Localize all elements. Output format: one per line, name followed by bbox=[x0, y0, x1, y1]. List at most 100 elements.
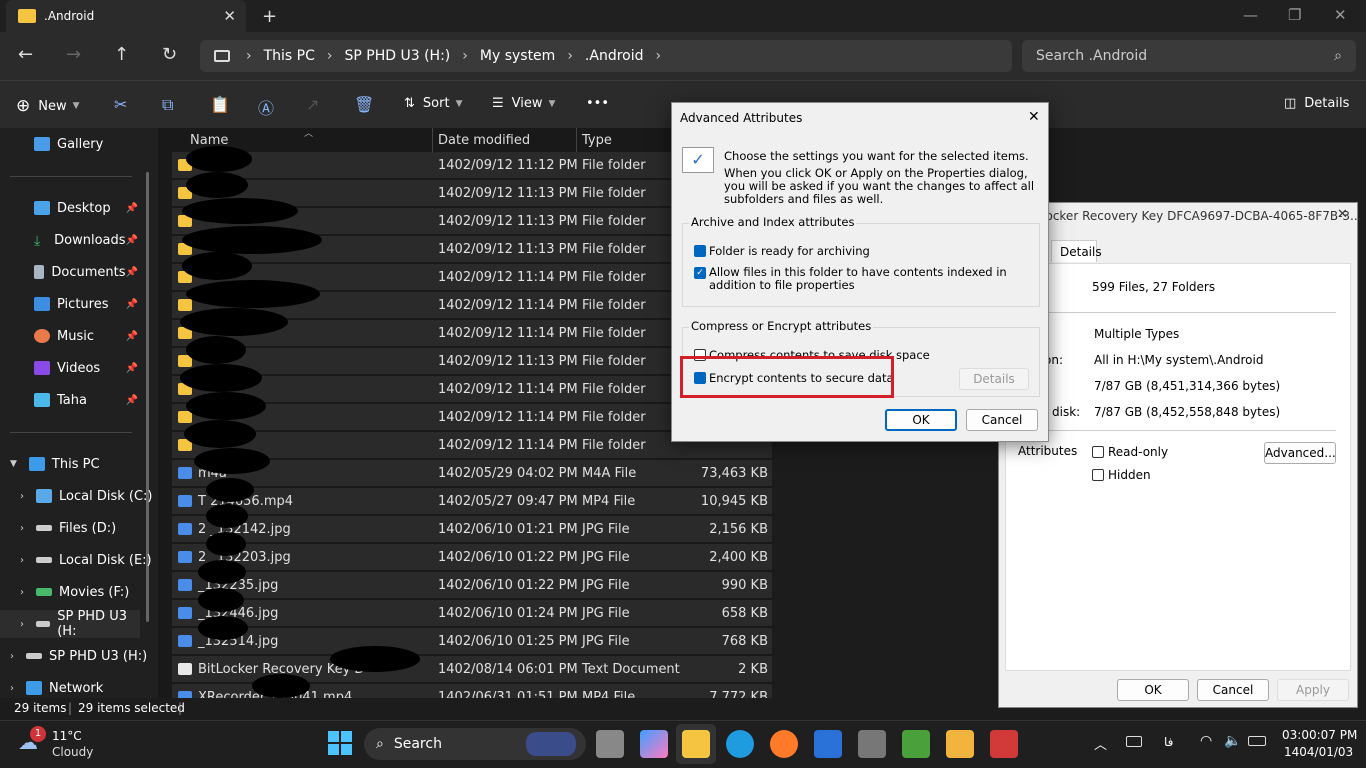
share-icon[interactable]: ↗ bbox=[306, 95, 319, 114]
cancel-button[interactable]: Cancel bbox=[966, 409, 1038, 431]
readonly-checkbox[interactable] bbox=[1092, 446, 1104, 458]
clock-date[interactable]: 1404/01/03 bbox=[1284, 745, 1353, 759]
pin-icon: 📌 bbox=[125, 298, 138, 310]
sidebar-item-drive-c[interactable]: › Local Disk (C:) bbox=[20, 482, 170, 510]
battery-icon[interactable] bbox=[1248, 736, 1266, 746]
copilot-icon[interactable] bbox=[640, 730, 668, 758]
forward-icon[interactable]: → bbox=[66, 44, 81, 65]
delete-icon[interactable]: 🗑 bbox=[354, 95, 374, 114]
file-date: 1402/06/10 01:24 PM bbox=[438, 606, 578, 621]
table-row[interactable]: 2 _132203.jpg 1402/06/10 01:22 PM JPG File… bbox=[172, 544, 772, 572]
clock-time[interactable]: 03:00:07 PM bbox=[1282, 728, 1357, 742]
sidebar-item-downloads[interactable]: ⤓ Downloads 📌 bbox=[34, 226, 138, 254]
pin-icon: 📌 bbox=[125, 330, 138, 342]
close-icon[interactable]: ✕ bbox=[1337, 207, 1348, 222]
redaction bbox=[206, 504, 248, 528]
tab-details[interactable]: Details bbox=[1051, 240, 1102, 262]
table-row[interactable]: _132446.jpg 1402/06/10 01:24 PM JPG File 65… bbox=[172, 600, 772, 628]
sidebar-item-drive-e[interactable]: › Local Disk (E:) bbox=[20, 546, 170, 574]
app-icon[interactable] bbox=[902, 730, 930, 758]
edge-icon[interactable] bbox=[726, 730, 754, 758]
security-icon[interactable] bbox=[814, 730, 842, 758]
column-date[interactable]: Date modified bbox=[438, 133, 530, 148]
sidebar-item-drive-d[interactable]: › Files (D:) bbox=[20, 514, 170, 542]
column-type[interactable]: Type bbox=[582, 133, 612, 148]
sidebar-label: SP PHD U3 (H: bbox=[57, 609, 127, 639]
address-bar[interactable]: › This PC › SP PHD U3 (H:) › My system › .A… bbox=[200, 40, 1012, 72]
back-icon[interactable]: ← bbox=[18, 44, 33, 65]
cancel-button[interactable]: Cancel bbox=[1197, 679, 1269, 701]
sidebar-label: Local Disk (E:) bbox=[59, 552, 152, 568]
table-row[interactable]: T 214656.mp4 1402/05/27 09:47 PM MP4 File 1… bbox=[172, 488, 772, 516]
sidebar-item-drive-f[interactable]: › Movies (F:) bbox=[20, 578, 170, 606]
close-icon[interactable]: ✕ bbox=[1028, 109, 1040, 125]
sidebar-item-drive-h[interactable]: › SP PHD U3 (H:) bbox=[10, 642, 160, 670]
more-button[interactable]: ••• bbox=[586, 96, 609, 111]
breadcrumb-this-pc[interactable]: This PC bbox=[264, 48, 315, 64]
file-date: 1402/09/12 11:13 PM bbox=[438, 354, 578, 369]
sidebar-item-drive-h-selected[interactable]: › SP PHD U3 (H: bbox=[0, 609, 140, 639]
chevron-right-icon: › bbox=[20, 554, 24, 566]
task-view-icon[interactable] bbox=[596, 730, 624, 758]
item-count: 29 items bbox=[14, 701, 67, 715]
sidebar-item-documents[interactable]: Documents 📌 bbox=[34, 258, 138, 286]
sidebar-item-videos[interactable]: Videos 📌 bbox=[34, 354, 138, 382]
wifi-icon[interactable]: ◠ bbox=[1200, 733, 1212, 749]
copy-icon[interactable]: ⧉ bbox=[162, 95, 173, 115]
close-tab-icon[interactable]: ✕ bbox=[223, 7, 236, 25]
up-icon[interactable]: ↑ bbox=[114, 44, 129, 65]
language-indicator[interactable]: ﻓﺎ bbox=[1164, 735, 1173, 749]
table-row[interactable]: 2 _132142.jpg 1402/06/10 01:21 PM JPG File… bbox=[172, 516, 772, 544]
tab-android[interactable]: .Android ✕ bbox=[6, 0, 246, 32]
table-row[interactable]: _132235.jpg 1402/06/10 01:22 PM JPG File 99… bbox=[172, 572, 772, 600]
search-box[interactable]: Search .Android ⌕ bbox=[1022, 40, 1356, 72]
close-window-icon[interactable]: ✕ bbox=[1334, 6, 1347, 24]
volume-icon[interactable]: 🔈 bbox=[1224, 733, 1241, 749]
sidebar-item-taha[interactable]: Taha 📌 bbox=[34, 386, 138, 414]
file-size: 2 KB bbox=[738, 662, 768, 677]
file-date: 1402/09/12 11:13 PM bbox=[438, 214, 578, 229]
keyboard-icon[interactable] bbox=[1126, 736, 1142, 747]
file-icon bbox=[178, 579, 192, 591]
new-tab-icon[interactable]: + bbox=[262, 6, 277, 27]
paste-icon[interactable]: 📋 bbox=[210, 95, 230, 114]
archive-checkbox[interactable] bbox=[694, 245, 706, 257]
breadcrumb-drive[interactable]: SP PHD U3 (H:) bbox=[345, 48, 451, 64]
firefox-icon[interactable] bbox=[770, 730, 798, 758]
chevron-up-icon[interactable]: ︿ bbox=[1094, 734, 1107, 753]
sidebar-item-this-pc[interactable]: ▼ This PC bbox=[10, 450, 160, 478]
details-button[interactable]: Details bbox=[959, 368, 1029, 390]
breadcrumb-my-system[interactable]: My system bbox=[480, 48, 555, 64]
app-icon[interactable] bbox=[946, 730, 974, 758]
index-checkbox[interactable]: ✓ bbox=[694, 267, 706, 279]
sidebar-item-music[interactable]: Music 📌 bbox=[34, 322, 138, 350]
details-button[interactable]: ◫ Details bbox=[1284, 96, 1349, 111]
view-button[interactable]: ☰ View ▼ bbox=[492, 96, 555, 111]
advanced-button[interactable]: Advanced... bbox=[1264, 442, 1336, 464]
hidden-checkbox[interactable] bbox=[1092, 469, 1104, 481]
start-icon[interactable] bbox=[328, 731, 352, 755]
ok-button[interactable]: OK bbox=[1117, 679, 1189, 701]
minimize-icon[interactable]: — bbox=[1243, 6, 1258, 24]
taskbar-search[interactable]: ⌕ Search bbox=[364, 728, 586, 760]
maximize-icon[interactable]: ❐ bbox=[1288, 6, 1301, 24]
sidebar-item-pictures[interactable]: Pictures 📌 bbox=[34, 290, 138, 318]
rename-icon[interactable]: Ⓐ bbox=[258, 95, 274, 119]
new-button[interactable]: ⊕ New ▼ bbox=[16, 96, 80, 116]
redaction bbox=[186, 172, 248, 198]
file-date: 1402/09/12 11:13 PM bbox=[438, 186, 578, 201]
file-type: M4A File bbox=[582, 466, 637, 481]
table-row[interactable]: _132514.jpg 1402/06/10 01:25 PM JPG File 76… bbox=[172, 628, 772, 656]
app-icon[interactable] bbox=[990, 730, 1018, 758]
file-explorer-icon[interactable] bbox=[682, 730, 710, 758]
apply-button[interactable]: Apply bbox=[1277, 679, 1349, 701]
sort-button[interactable]: ⇅ Sort ▼ bbox=[404, 96, 462, 111]
ok-button[interactable]: OK bbox=[885, 409, 957, 431]
refresh-icon[interactable]: ↻ bbox=[162, 44, 177, 65]
sidebar-item-desktop[interactable]: Desktop 📌 bbox=[34, 194, 138, 222]
file-date: 1402/08/14 06:01 PM bbox=[438, 662, 578, 677]
calculator-icon[interactable] bbox=[858, 730, 886, 758]
breadcrumb-android[interactable]: .Android bbox=[585, 48, 644, 64]
cut-icon[interactable]: ✂ bbox=[114, 95, 127, 114]
chevron-right-icon: › bbox=[10, 650, 14, 662]
